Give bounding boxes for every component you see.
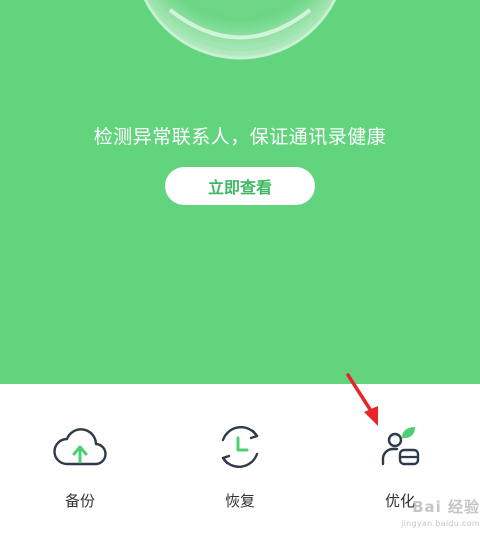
restore-label: 恢复 xyxy=(224,492,255,510)
watermark-main: Bai 经验 xyxy=(412,498,480,516)
backup-label: 备份 xyxy=(64,492,95,510)
watermark-sub: jingyan.baidu.com xyxy=(401,519,480,528)
hero-banner: 检测异常联系人，保证通讯录健康 立即查看 xyxy=(0,0,480,384)
annotation-arrow-icon xyxy=(346,373,378,426)
bubble-graphic xyxy=(143,0,337,60)
restore-clock-icon xyxy=(221,426,259,468)
hero-headline: 检测异常联系人，保证通讯录健康 xyxy=(93,126,387,148)
restore-action[interactable]: 恢复 xyxy=(180,424,300,524)
cloud-upload-icon xyxy=(53,428,107,466)
backup-action[interactable]: 备份 xyxy=(20,424,140,524)
baidu-watermark: Bai 经验 jingyan.baidu.com xyxy=(372,496,480,528)
view-now-button[interactable]: 立即查看 xyxy=(165,167,315,205)
